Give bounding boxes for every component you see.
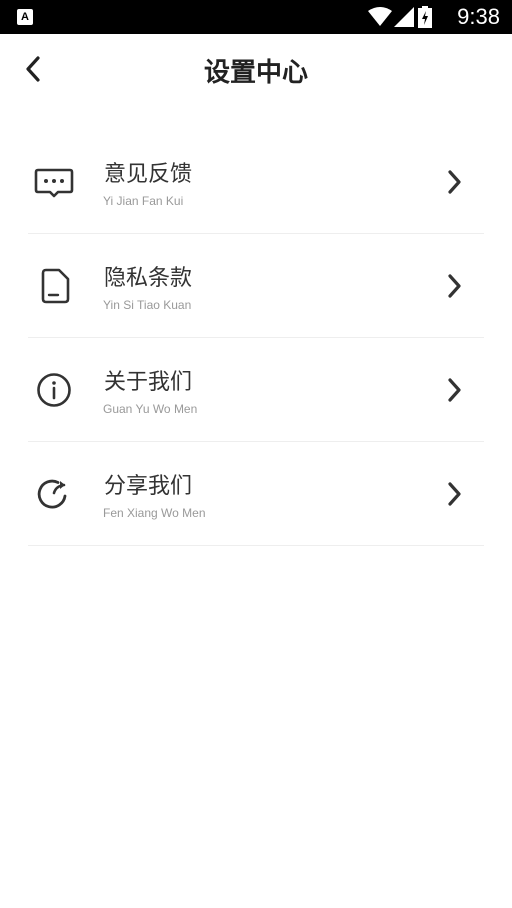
cellular-signal-icon — [394, 7, 414, 27]
status-bar: A 9:38 — [0, 0, 512, 34]
menu-item-sublabel: Yi Jian Fan Kui — [103, 194, 184, 208]
settings-menu: 意见反馈 Yi Jian Fan Kui 隐私条款 Yin Si Tiao Ku… — [28, 130, 484, 546]
menu-item-label: 关于我们 — [104, 370, 193, 395]
message-dots-icon — [34, 168, 74, 198]
menu-item-label: 意见反馈 — [104, 162, 193, 187]
menu-item-sublabel: Yin Si Tiao Kuan — [103, 298, 192, 312]
menu-item-label: 隐私条款 — [104, 266, 193, 291]
chevron-right-icon — [448, 274, 461, 298]
chevron-right-icon — [448, 170, 461, 194]
menu-item-sublabel: Guan Yu Wo Men — [103, 402, 198, 416]
status-time: 9:38 — [457, 4, 500, 29]
battery-charging-icon — [418, 6, 432, 28]
menu-item-sublabel: Fen Xiang Wo Men — [103, 506, 206, 520]
share-icon — [37, 479, 67, 509]
info-icon — [37, 373, 71, 407]
document-icon — [41, 268, 70, 304]
page-title: 设置中心 — [203, 58, 308, 88]
menu-item-share[interactable]: 分享我们 Fen Xiang Wo Men — [28, 442, 484, 546]
menu-item-feedback[interactable]: 意见反馈 Yi Jian Fan Kui — [28, 130, 484, 234]
menu-item-about[interactable]: 关于我们 Guan Yu Wo Men — [28, 338, 484, 442]
chevron-right-icon — [448, 482, 461, 506]
wifi-icon — [368, 7, 392, 26]
header: 设置中心 — [0, 34, 512, 106]
chevron-right-icon — [448, 378, 461, 402]
menu-item-label: 分享我们 — [104, 474, 193, 499]
app-notification-icon: A — [17, 9, 33, 25]
menu-item-privacy[interactable]: 隐私条款 Yin Si Tiao Kuan — [28, 234, 484, 338]
